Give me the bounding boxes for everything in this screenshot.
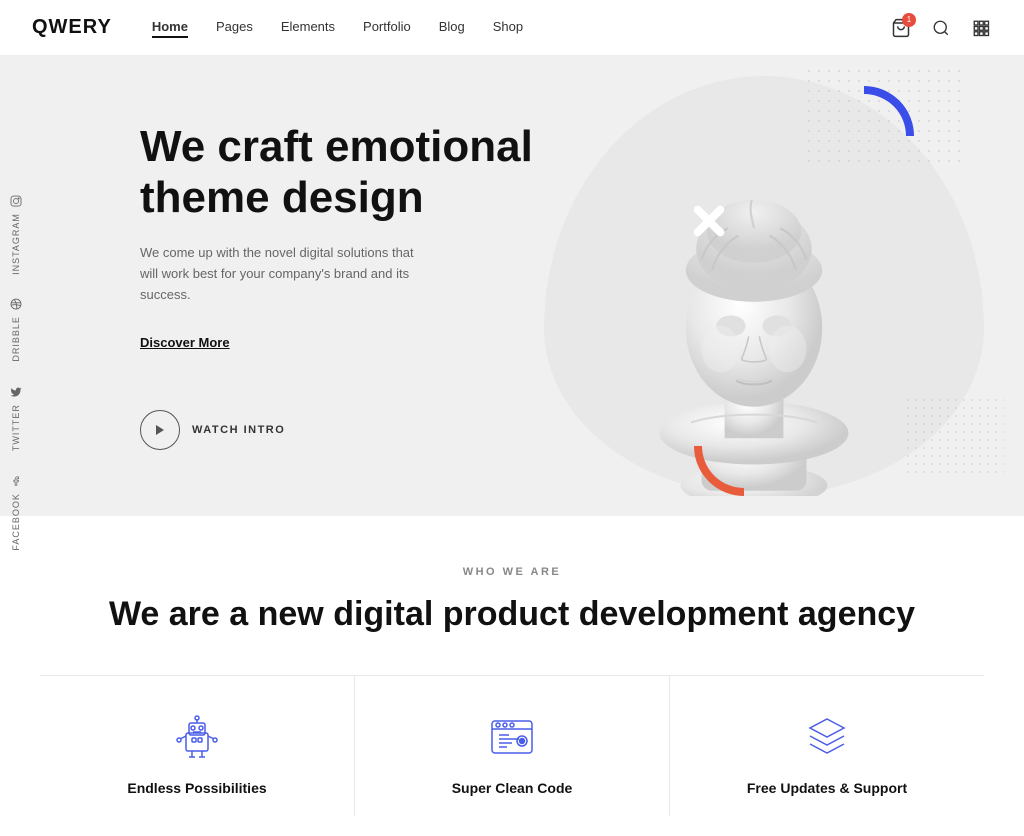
- section-tag: WHO WE ARE: [40, 566, 984, 578]
- hero-content: We craft emotional theme design We come …: [140, 122, 540, 450]
- statue-image: [564, 76, 944, 496]
- instagram-label: Instagram: [11, 213, 21, 275]
- hero-visual: [464, 56, 1024, 516]
- layers-icon: [799, 708, 855, 764]
- hero-description: We come up with the novel digital soluti…: [140, 243, 420, 305]
- nav-portfolio[interactable]: Portfolio: [363, 19, 411, 36]
- logo: QWERY: [32, 16, 112, 39]
- watch-label: WATCH INTRO: [192, 424, 285, 436]
- card-super-clean-code: Super Clean Code: [355, 676, 670, 816]
- header-icons: 1: [890, 17, 992, 39]
- about-section: WHO WE ARE We are a new digital product …: [0, 516, 1024, 836]
- feature-cards: Endless Possibilities: [40, 675, 984, 816]
- social-twitter[interactable]: Twitter: [10, 386, 22, 451]
- dribble-label: Dribble: [11, 316, 21, 362]
- play-icon: [140, 410, 180, 450]
- social-facebook[interactable]: Facebook: [10, 475, 22, 551]
- sidebar-social: Instagram Dribble Twitter Facebook: [0, 179, 32, 567]
- nav-home[interactable]: Home: [152, 19, 188, 36]
- card-updates-label: Free Updates & Support: [747, 780, 907, 796]
- watch-intro-button[interactable]: WATCH INTRO: [140, 410, 540, 450]
- card-endless-possibilities: Endless Possibilities: [40, 676, 355, 816]
- x-mark-decoration: [684, 196, 734, 246]
- hero-title: We craft emotional theme design: [140, 122, 540, 223]
- cart-badge: 1: [902, 13, 916, 27]
- window-icon: [484, 708, 540, 764]
- main-nav: Home Pages Elements Portfolio Blog Shop: [152, 19, 890, 36]
- main-content: We craft emotional theme design We come …: [0, 0, 1024, 836]
- section-title: We are a new digital product development…: [40, 594, 984, 635]
- nav-blog[interactable]: Blog: [439, 19, 465, 36]
- card-endless-label: Endless Possibilities: [127, 780, 266, 796]
- hero-section: We craft emotional theme design We come …: [0, 56, 1024, 516]
- grid-icon[interactable]: [970, 17, 992, 39]
- nav-pages[interactable]: Pages: [216, 19, 253, 36]
- card-clean-code-label: Super Clean Code: [452, 780, 573, 796]
- cart-icon[interactable]: 1: [890, 17, 912, 39]
- social-dribble[interactable]: Dribble: [10, 298, 22, 362]
- search-icon[interactable]: [930, 17, 952, 39]
- header: QWERY Home Pages Elements Portfolio Blog…: [0, 0, 1024, 56]
- nav-shop[interactable]: Shop: [493, 19, 523, 36]
- twitter-label: Twitter: [11, 404, 21, 451]
- nav-elements[interactable]: Elements: [281, 19, 335, 36]
- social-instagram[interactable]: Instagram: [10, 195, 22, 275]
- discover-more-button[interactable]: Discover More: [140, 335, 230, 350]
- facebook-label: Facebook: [11, 493, 21, 551]
- card-free-updates: Free Updates & Support: [670, 676, 984, 816]
- robot-icon: [169, 708, 225, 764]
